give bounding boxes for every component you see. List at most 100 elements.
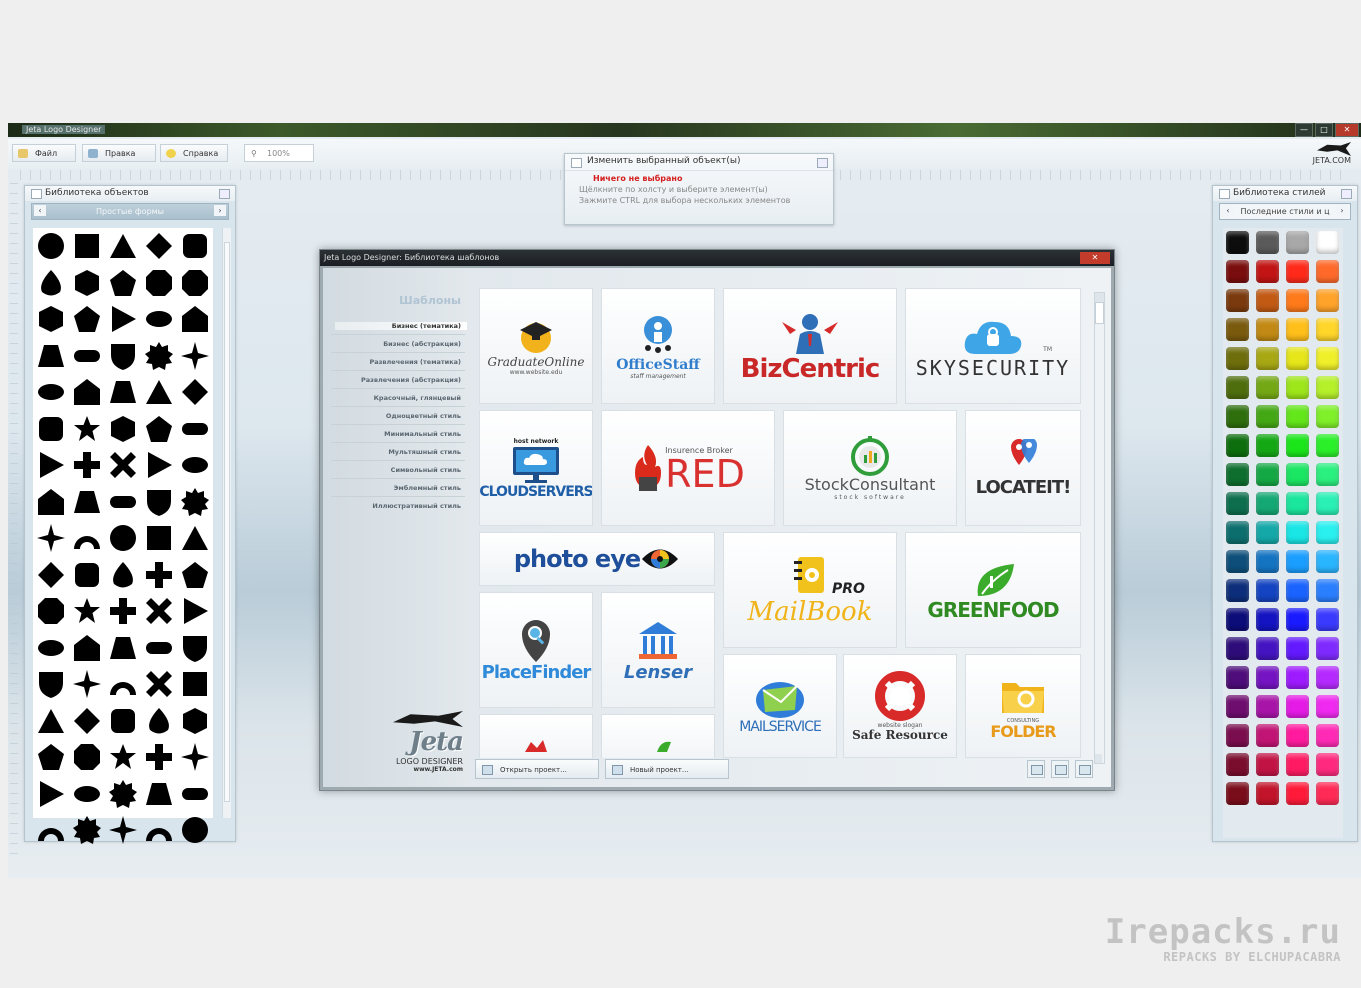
- shape-octagon[interactable]: [177, 265, 213, 302]
- shape-cube[interactable]: [141, 301, 177, 338]
- shape-house-round[interactable]: [177, 447, 213, 484]
- color-swatch[interactable]: [1256, 347, 1279, 370]
- shape-triangle-round[interactable]: [141, 520, 177, 557]
- color-swatch[interactable]: [1286, 579, 1309, 602]
- color-swatch[interactable]: [1256, 521, 1279, 544]
- shape-star-4[interactable]: [177, 739, 213, 776]
- color-swatch[interactable]: [1226, 724, 1249, 747]
- jeta-logo[interactable]: JETA.COM: [1313, 142, 1351, 165]
- color-swatch[interactable]: [1286, 231, 1309, 254]
- color-swatch[interactable]: [1316, 608, 1339, 631]
- open-project-button[interactable]: Открыть проект...: [475, 759, 599, 779]
- color-swatch[interactable]: [1316, 637, 1339, 660]
- shape-trapezoid[interactable]: [105, 374, 141, 411]
- shape-x-fat[interactable]: [69, 703, 105, 740]
- shape-cross-plus[interactable]: [141, 557, 177, 594]
- shape-flower[interactable]: [141, 703, 177, 740]
- template-tile-greenfood[interactable]: GREENFOOD: [905, 532, 1081, 648]
- shape-square-rounded-cut[interactable]: [141, 411, 177, 448]
- color-swatch[interactable]: [1316, 753, 1339, 776]
- color-swatch[interactable]: [1256, 550, 1279, 573]
- file-menu-button[interactable]: Файл: [12, 144, 76, 162]
- shape-pentagon[interactable]: [69, 301, 105, 338]
- color-swatch[interactable]: [1316, 231, 1339, 254]
- template-tile-skysecurity[interactable]: SKYSECURITY TM: [905, 288, 1081, 404]
- color-swatch[interactable]: [1316, 347, 1339, 370]
- edit-menu-button[interactable]: Правка: [82, 144, 156, 162]
- color-swatch[interactable]: [1226, 376, 1249, 399]
- template-tile-officestaff[interactable]: OfficeStaff staff management: [601, 288, 715, 404]
- color-swatch[interactable]: [1256, 376, 1279, 399]
- color-swatch[interactable]: [1226, 318, 1249, 341]
- shape-hexagon-round[interactable]: [33, 338, 69, 375]
- category-item[interactable]: Минимальный стиль: [384, 430, 461, 438]
- shape-bowtie-v[interactable]: [177, 484, 213, 521]
- shape-house[interactable]: [69, 374, 105, 411]
- shape-rect-tall[interactable]: [177, 374, 213, 411]
- zoom-field[interactable]: ⚲ 100%: [244, 144, 314, 162]
- color-swatch[interactable]: [1286, 782, 1309, 805]
- scroll-thumb[interactable]: [224, 242, 230, 802]
- template-tile-lenser[interactable]: Lenser: [601, 592, 715, 708]
- shape-cross-thick[interactable]: [177, 630, 213, 667]
- shape-badge-round[interactable]: [69, 557, 105, 594]
- color-swatch[interactable]: [1226, 405, 1249, 428]
- category-item[interactable]: Красочный, глянцевый: [374, 394, 461, 402]
- color-swatch[interactable]: [1286, 260, 1309, 283]
- shape-square-plain[interactable]: [33, 411, 69, 448]
- prev-style-button[interactable]: ‹: [1222, 205, 1234, 216]
- color-swatch[interactable]: [1286, 289, 1309, 312]
- color-swatch[interactable]: [1256, 289, 1279, 312]
- category-item[interactable]: Развлечения (абстракция): [361, 376, 461, 384]
- shape-star-thin[interactable]: [105, 739, 141, 776]
- shape-square-concave[interactable]: [33, 630, 69, 667]
- category-item[interactable]: Эмблемный стиль: [394, 484, 461, 492]
- panel-collapse-button[interactable]: [817, 158, 828, 168]
- shape-egg[interactable]: [141, 265, 177, 302]
- template-tile-locateit[interactable]: LOCATEIT!: [965, 410, 1081, 526]
- shape-badge-gear[interactable]: [105, 557, 141, 594]
- color-swatch[interactable]: [1286, 521, 1309, 544]
- category-item[interactable]: Развлечения (тематика): [370, 358, 462, 366]
- shape-triangle[interactable]: [105, 228, 141, 265]
- shape-pentagon-down[interactable]: [33, 484, 69, 521]
- shape-seal[interactable]: [105, 411, 141, 448]
- next-style-button[interactable]: ›: [1336, 205, 1348, 216]
- panel-collapse-button[interactable]: [1341, 189, 1352, 199]
- color-swatch[interactable]: [1316, 289, 1339, 312]
- color-swatch[interactable]: [1316, 666, 1339, 689]
- shape-corner-L[interactable]: [69, 484, 105, 521]
- category-item[interactable]: Бизнес (тематика): [335, 322, 467, 330]
- template-tile-partial[interactable]: [479, 714, 593, 758]
- shape-square[interactable]: [69, 228, 105, 265]
- style-category-selector[interactable]: ‹ Последние стили и ц ›: [1219, 203, 1351, 220]
- view-small-button[interactable]: [1075, 760, 1093, 778]
- shape-x-cross[interactable]: [141, 666, 177, 703]
- color-swatch[interactable]: [1226, 231, 1249, 254]
- color-swatch[interactable]: [1286, 492, 1309, 515]
- category-item[interactable]: Одноцветный стиль: [386, 412, 461, 420]
- color-swatch[interactable]: [1256, 260, 1279, 283]
- scroll-thumb[interactable]: [1095, 302, 1104, 324]
- color-swatch[interactable]: [1316, 550, 1339, 573]
- shape-concave-square[interactable]: [177, 593, 213, 630]
- color-swatch[interactable]: [1286, 434, 1309, 457]
- color-swatch[interactable]: [1256, 753, 1279, 776]
- shape-diamond-small[interactable]: [141, 630, 177, 667]
- shape-diamond[interactable]: [141, 228, 177, 265]
- new-project-button[interactable]: Новый проект...: [605, 759, 729, 779]
- color-swatch[interactable]: [1286, 347, 1309, 370]
- shape-rhombus-tall[interactable]: [177, 301, 213, 338]
- shape-shield-notch[interactable]: [69, 265, 105, 302]
- color-swatch[interactable]: [1226, 347, 1249, 370]
- template-tile-placefinder[interactable]: PlaceFinder: [479, 592, 593, 708]
- shape-asterisk[interactable]: [105, 812, 141, 849]
- shape-pill[interactable]: [177, 411, 213, 448]
- color-swatch[interactable]: [1256, 492, 1279, 515]
- shape-octagon-big[interactable]: [69, 447, 105, 484]
- maximize-button[interactable]: □: [1315, 123, 1333, 137]
- shape-x-big[interactable]: [33, 703, 69, 740]
- category-item[interactable]: Символьный стиль: [391, 466, 461, 474]
- shape-bar-tall[interactable]: [33, 593, 69, 630]
- close-window-button[interactable]: ✕: [1335, 123, 1359, 137]
